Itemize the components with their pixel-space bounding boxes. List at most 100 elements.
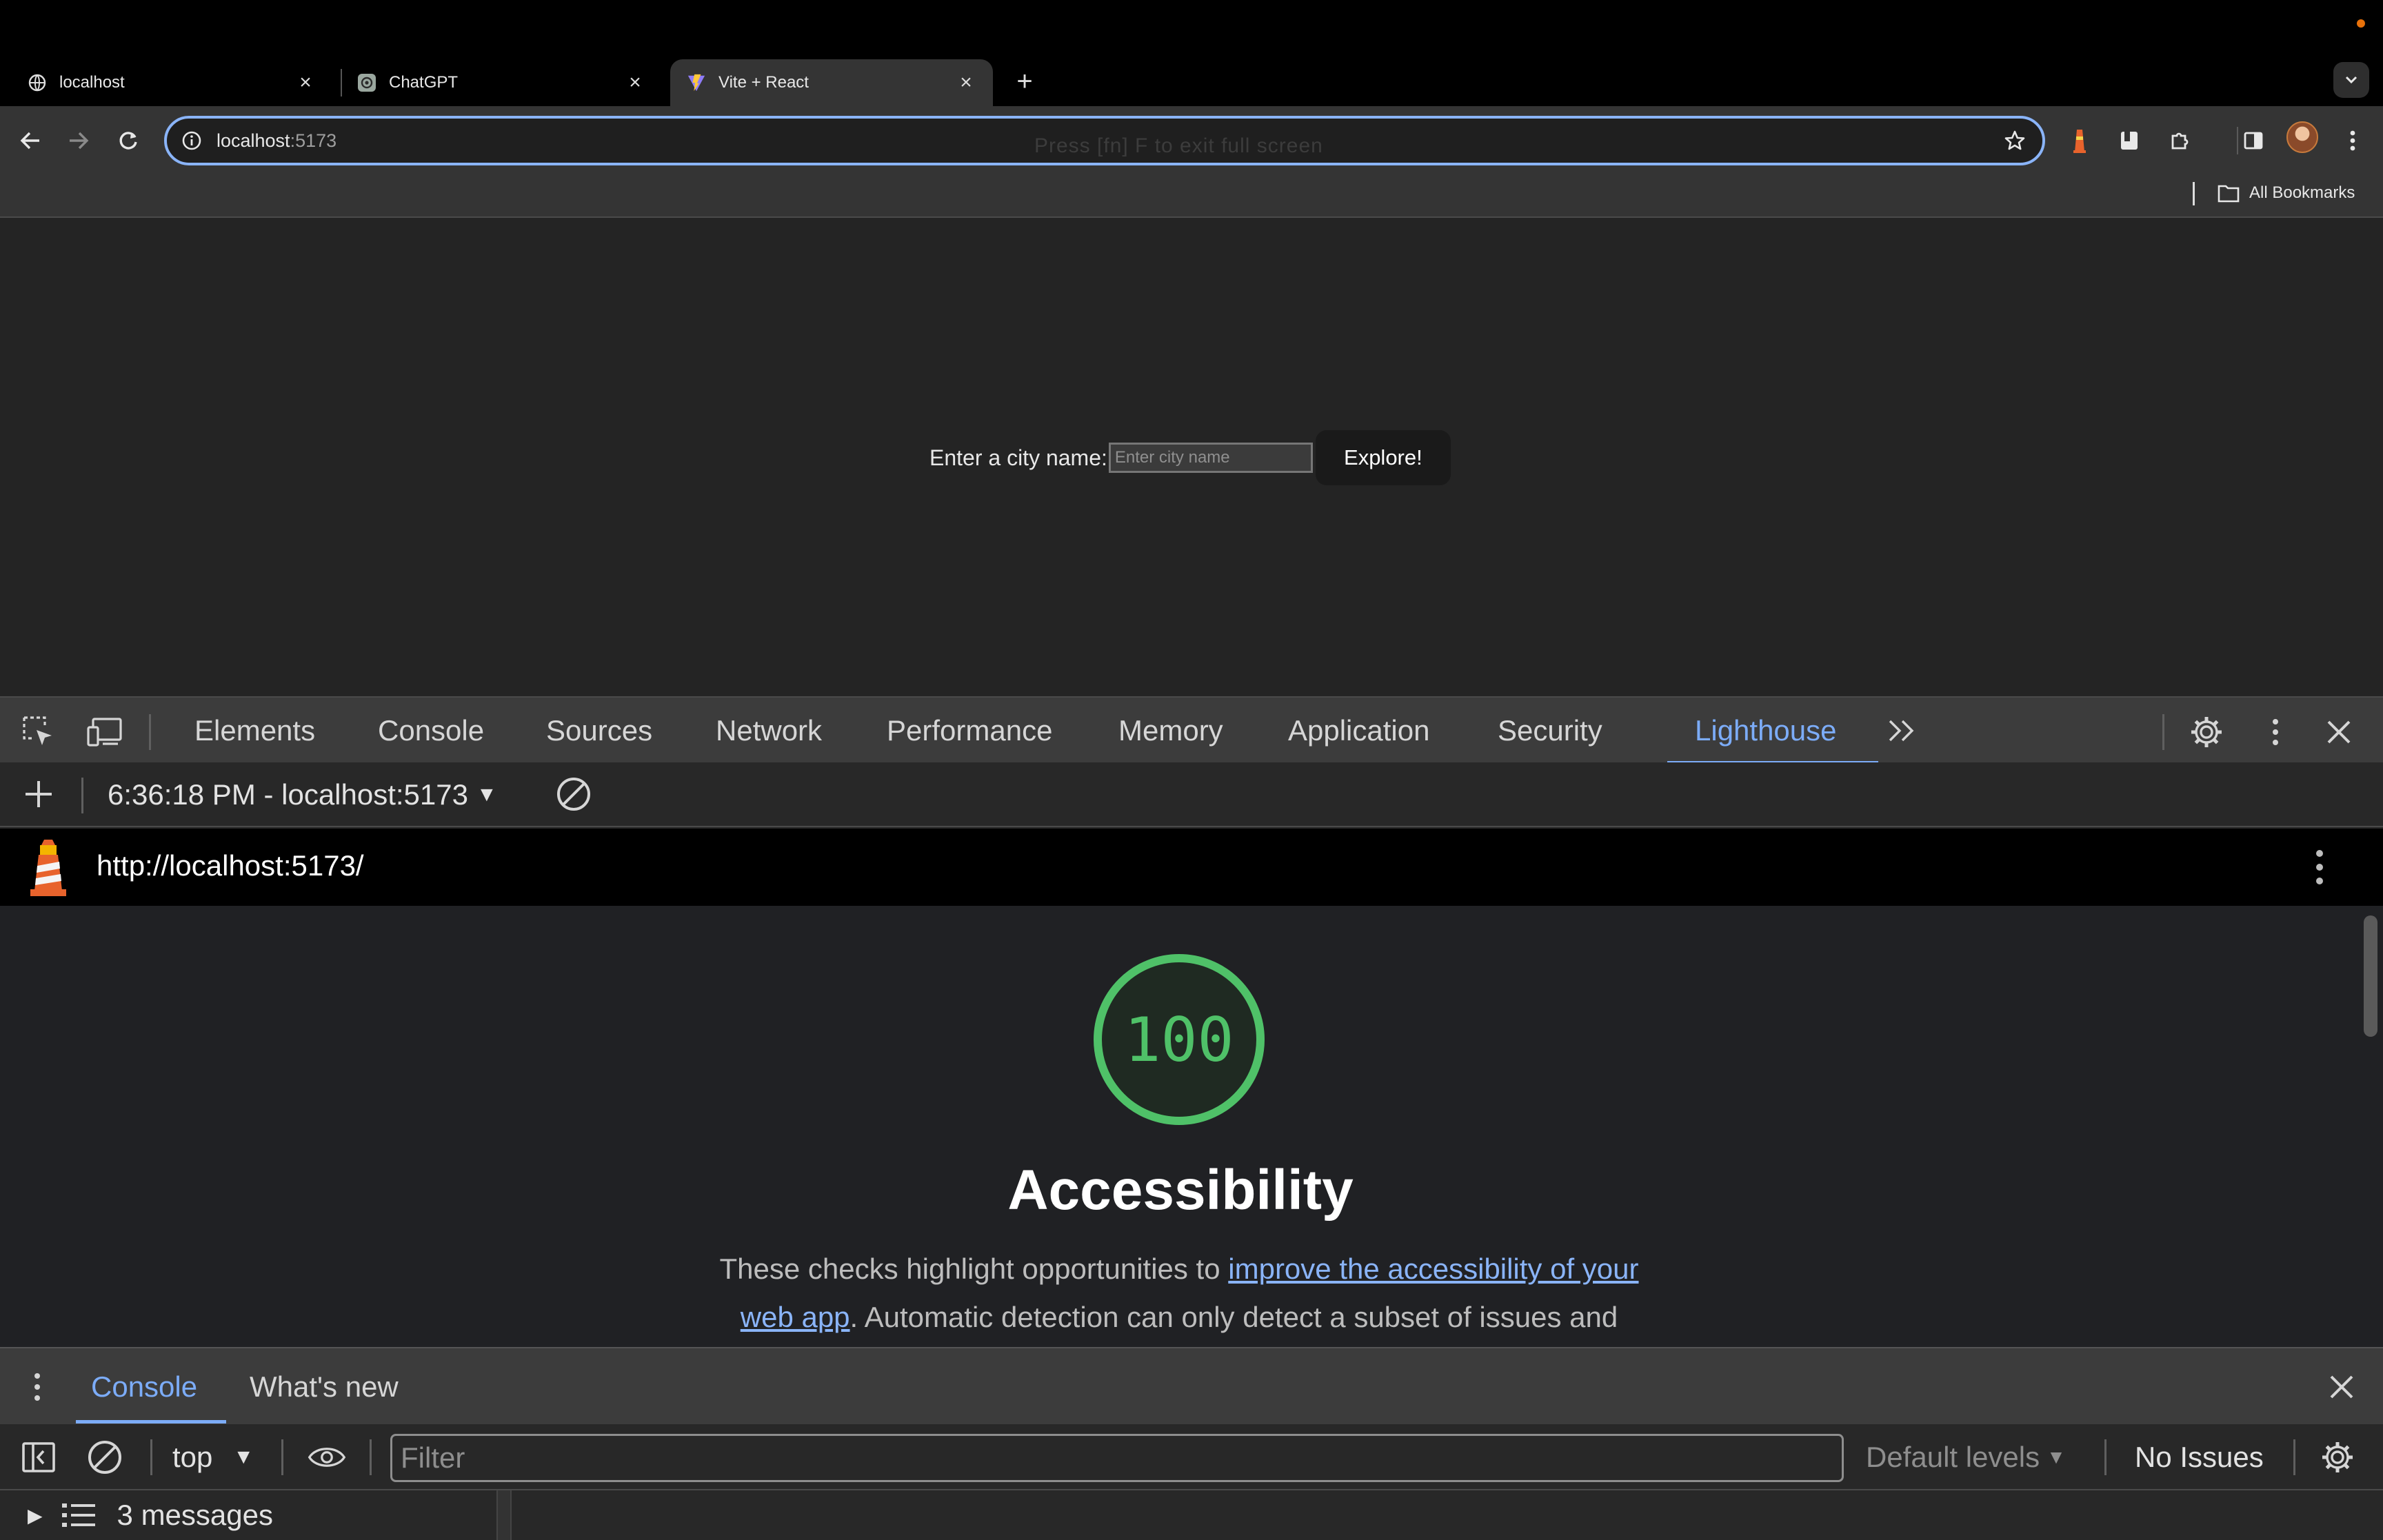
console-sidebar-icon[interactable]: [19, 1438, 58, 1477]
back-button[interactable]: [10, 120, 51, 161]
report-selector[interactable]: 6:36:18 PM - localhost:5173 ▼: [108, 776, 497, 813]
report-scrollbar[interactable]: [2364, 915, 2377, 1037]
drawer-tabbar: Console What's new: [0, 1347, 2383, 1424]
tab-memory[interactable]: Memory: [1118, 698, 1223, 764]
tab-strip: localhost × ChatGPT × Vite + React × +: [0, 0, 2383, 106]
extensions-puzzle-icon[interactable]: [2162, 123, 2198, 159]
tab-security[interactable]: Security: [1498, 698, 1602, 764]
close-icon[interactable]: ×: [295, 71, 316, 94]
devtools-menu-icon[interactable]: [2256, 713, 2295, 751]
reading-list-icon[interactable]: [2111, 123, 2147, 159]
caret-down-icon: ▼: [2047, 1446, 2066, 1468]
log-levels-label: Default levels: [1866, 1441, 2040, 1473]
drawer-tab-whats-new[interactable]: What's new: [250, 1348, 399, 1426]
lighthouse-extension-icon[interactable]: [2062, 123, 2098, 159]
site-info-icon[interactable]: [179, 128, 204, 153]
tab-sources[interactable]: Sources: [546, 698, 652, 764]
report-selector-label: 6:36:18 PM - localhost:5173: [108, 778, 468, 811]
console-settings-gear-icon[interactable]: [2318, 1438, 2357, 1477]
sidebar-resize-handle[interactable]: [496, 1490, 512, 1540]
new-report-plus-icon[interactable]: [19, 775, 58, 813]
expand-triangle-icon[interactable]: ▶: [28, 1504, 43, 1527]
messages-group[interactable]: ▶ 3 messages: [0, 1490, 494, 1540]
devtools-divider: [149, 714, 151, 750]
url-host: localhost: [217, 130, 290, 151]
score-value: 100: [1124, 1004, 1234, 1075]
chatgpt-icon: [357, 73, 376, 92]
arrow-left-icon: [20, 132, 39, 150]
console-filter-input[interactable]: [390, 1434, 1844, 1482]
explore-button[interactable]: Explore!: [1315, 430, 1451, 485]
page-viewport: Enter a city name: Explore!: [0, 218, 2383, 696]
bookmark-star-icon[interactable]: [2002, 128, 2027, 153]
recording-indicator: [2357, 19, 2365, 28]
context-selector[interactable]: top ▼: [172, 1438, 254, 1477]
tab-network[interactable]: Network: [716, 698, 822, 764]
tab-chatgpt[interactable]: ChatGPT ×: [341, 59, 662, 106]
caret-down-icon: ▼: [476, 783, 497, 806]
side-panel-icon[interactable]: [2235, 123, 2271, 159]
lighthouse-report: 100 Accessibility These checks highlight…: [0, 906, 2383, 1352]
chrome-menu-icon[interactable]: [2335, 123, 2371, 159]
city-label: Enter a city name:: [929, 445, 1107, 470]
context-label: top: [172, 1441, 213, 1473]
toolbar-divider: [370, 1439, 372, 1475]
city-input[interactable]: [1108, 443, 1313, 473]
drawer-menu-icon[interactable]: [18, 1368, 57, 1406]
profile-avatar[interactable]: [2286, 121, 2318, 153]
issues-counter[interactable]: No Issues: [2135, 1437, 2264, 1478]
forward-button[interactable]: [58, 120, 99, 161]
globe-icon: [28, 73, 47, 92]
tab-search-button[interactable]: [2333, 62, 2369, 98]
reload-button[interactable]: [108, 120, 149, 161]
log-levels-dropdown[interactable]: Default levels ▼: [1866, 1437, 2066, 1478]
tab-title: localhost: [59, 73, 125, 92]
clear-console-icon[interactable]: [86, 1438, 124, 1477]
lighthouse-toolbar: 6:36:18 PM - localhost:5173 ▼: [0, 762, 2383, 827]
browser-toolbar: localhost:5173 All Bookmarks: [0, 106, 2383, 218]
tab-elements[interactable]: Elements: [194, 698, 315, 764]
chevron-down-icon: [2345, 76, 2357, 84]
report-url[interactable]: http://localhost:5173/: [97, 849, 364, 882]
devtools-divider: [2162, 714, 2164, 750]
tab-vite-react[interactable]: Vite + React ×: [670, 59, 993, 106]
devtools-panel: Elements Console Sources Network Perform…: [0, 696, 2383, 1540]
tab-application[interactable]: Application: [1288, 698, 1429, 764]
close-icon[interactable]: ×: [956, 71, 976, 94]
caret-down-icon: ▼: [233, 1446, 254, 1468]
bookmarks-divider: [2193, 182, 2195, 205]
url-port: :5173: [290, 130, 337, 151]
tab-performance[interactable]: Performance: [887, 698, 1052, 764]
devtools-tabbar: Elements Console Sources Network Perform…: [0, 696, 2383, 764]
console-body: ▶ 3 messages: [0, 1490, 2383, 1540]
tab-lighthouse[interactable]: Lighthouse: [1695, 698, 1837, 764]
tab-title: ChatGPT: [389, 73, 459, 92]
device-toolbar-icon[interactable]: [86, 713, 124, 751]
toolbar-divider: [281, 1439, 283, 1475]
tab-title: Vite + React: [718, 73, 809, 92]
lighthouse-logo-icon: [30, 840, 66, 896]
tab-localhost[interactable]: localhost ×: [11, 59, 332, 106]
city-search-form: Enter a city name: Explore!: [929, 430, 1451, 485]
live-expression-eye-icon[interactable]: [308, 1438, 346, 1477]
report-menu-icon[interactable]: [2300, 848, 2339, 886]
drawer-tab-console[interactable]: Console: [91, 1348, 197, 1426]
all-bookmarks-button[interactable]: All Bookmarks: [2218, 178, 2355, 208]
category-title: Accessibility: [1007, 1159, 1354, 1222]
toolbar-divider: [150, 1439, 152, 1475]
close-drawer-icon[interactable]: [2322, 1368, 2361, 1406]
all-bookmarks-label: All Bookmarks: [2249, 183, 2355, 202]
folder-icon: [2218, 185, 2240, 203]
tab-console[interactable]: Console: [378, 698, 484, 764]
close-devtools-icon[interactable]: [2320, 713, 2358, 751]
clear-reports-icon[interactable]: [554, 775, 593, 813]
more-tabs-icon[interactable]: [1882, 710, 1924, 751]
report-url-bar: http://localhost:5173/: [0, 829, 2383, 906]
reload-icon: [119, 132, 137, 150]
vite-icon: [687, 73, 706, 92]
settings-gear-icon[interactable]: [2187, 713, 2226, 751]
new-tab-button[interactable]: +: [1007, 63, 1043, 99]
inspect-element-icon[interactable]: [19, 713, 58, 751]
close-icon[interactable]: ×: [625, 71, 645, 94]
category-description: These checks highlight opportunities to …: [690, 1245, 1669, 1341]
